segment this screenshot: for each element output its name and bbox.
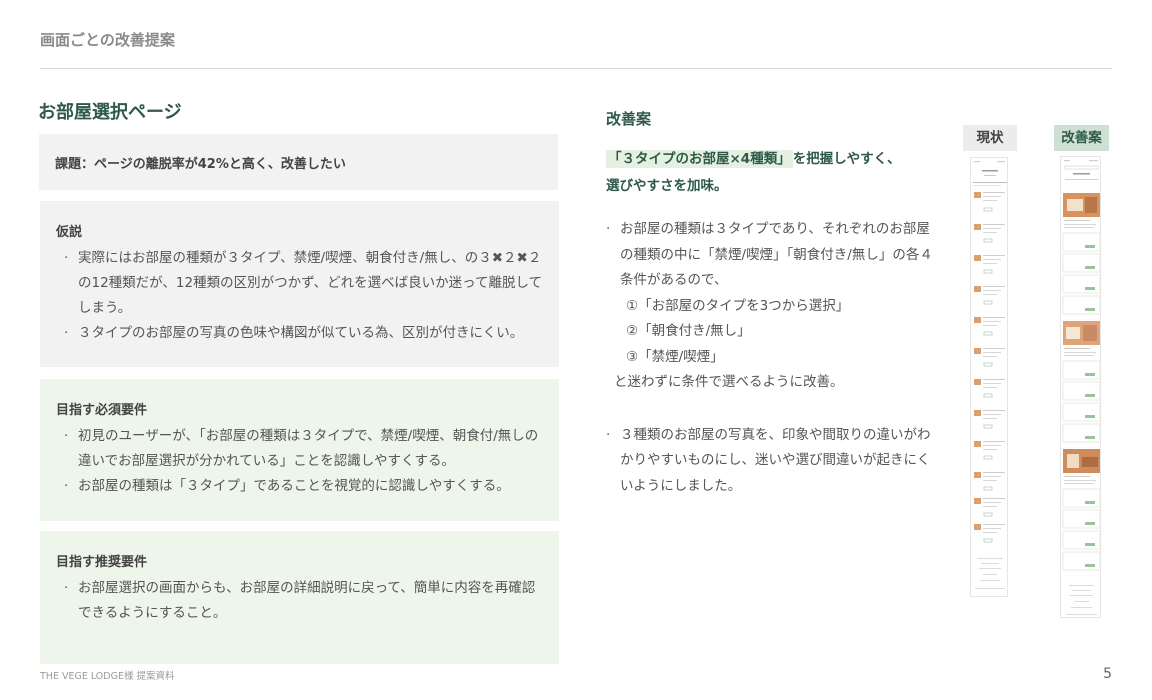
header-divider bbox=[40, 68, 1112, 69]
current-page-thumbnail-image bbox=[971, 158, 1007, 596]
issue-box: 課題：ページの離脱率が42%と高く、改善したい bbox=[39, 134, 558, 190]
list-item: · ３種類のお部屋の写真を、印象や間取りの違いがわかりやすいものにし、迷いや選び… bbox=[606, 423, 936, 500]
proposal-sub-item: ②「朝食付き/無し」 bbox=[626, 323, 751, 339]
list-item: · お部屋の種類は３タイプであり、それぞれのお部屋の種類の中に「禁煙/喫煙」「朝… bbox=[606, 217, 936, 396]
proposal-intro: お部屋の種類は３タイプであり、それぞれのお部屋の種類の中に「禁煙/喫煙」「朝食付… bbox=[620, 221, 933, 288]
page-number: 5 bbox=[1103, 666, 1112, 682]
proposal-list: · お部屋の種類は３タイプであり、それぞれのお部屋の種類の中に「禁煙/喫煙」「朝… bbox=[606, 217, 936, 499]
hypothesis-list: · 実際にはお部屋の種類が３タイプ、禁煙/喫煙、朝食付き/無し、の３✖︎２✖︎２の… bbox=[56, 246, 543, 346]
list-item-text: ３タイプのお部屋の写真の色味や構図が似ている為、区別が付きにくい。 bbox=[78, 325, 524, 341]
recommended-list: · お部屋選択の画面からも、お部屋の詳細説明に戻って、簡単に内容を再確認できるよう… bbox=[56, 576, 543, 626]
footer-caption: THE VEGE LODGE様 提案資料 bbox=[40, 671, 175, 682]
proposal-headline: 「３タイプのお部屋×4種類」 を把握しやすく、 選びやすさを加味。 bbox=[606, 146, 936, 200]
proposal-sub-item: ③「禁煙/喫煙」 bbox=[626, 348, 724, 365]
list-item: · 初見のユーザーが、「お部屋の種類は３タイプで、禁煙/喫煙、朝食付/無しの違いで… bbox=[64, 428, 539, 469]
recommended-box: 目指す推奨要件 · お部屋選択の画面からも、お部屋の詳細説明に戻って、簡単に内容を… bbox=[40, 531, 559, 664]
list-item-text: お部屋の種類は「３タイプ」であることを視覚的に認識しやすくする。 bbox=[78, 478, 510, 494]
hypothesis-box: 仮説 · 実際にはお部屋の種類が３タイプ、禁煙/喫煙、朝食付き/無し、の３✖︎２✖… bbox=[40, 201, 559, 367]
list-item-text: 初見のユーザーが、「お部屋の種類は３タイプで、禁煙/喫煙、朝食付/無しの違いでお… bbox=[78, 428, 539, 469]
proposal-sub-item: ①「お部屋のタイプを3つから選択」 bbox=[626, 297, 850, 314]
proposal-label: 改善案 bbox=[1054, 125, 1109, 151]
required-box: 目指す必須要件 · 初見のユーザーが、「お部屋の種類は３タイプで、禁煙/喫煙、朝食… bbox=[40, 379, 559, 521]
list-item: · 実際にはお部屋の種類が３タイプ、禁煙/喫煙、朝食付き/無し、の３✖︎２✖︎２の… bbox=[64, 250, 543, 316]
proposal-headline-rest: を把握しやすく、 bbox=[792, 151, 901, 167]
required-title: 目指す必須要件 bbox=[56, 403, 148, 418]
current-page-thumbnail bbox=[970, 157, 1008, 597]
section-title: お部屋選択ページ bbox=[38, 102, 182, 123]
hypothesis-title: 仮説 bbox=[56, 225, 83, 240]
list-item: · お部屋選択の画面からも、お部屋の詳細説明に戻って、簡単に内容を再確認できるよう… bbox=[64, 580, 536, 621]
proposal-page-thumbnail bbox=[1060, 156, 1101, 618]
page-title: 画面ごとの改善提案 bbox=[40, 31, 175, 49]
proposal-headline-rest: 選びやすさを加味。 bbox=[606, 178, 728, 194]
proposal-title: 改善案 bbox=[606, 110, 652, 128]
list-item: · お部屋の種類は「３タイプ」であることを視覚的に認識しやすくする。 bbox=[64, 478, 510, 494]
current-label: 現状 bbox=[963, 125, 1017, 151]
proposal-item-text: ３種類のお部屋の写真を、印象や間取りの違いがわかりやすいものにし、迷いや選び間違… bbox=[620, 426, 931, 494]
recommended-title: 目指す推奨要件 bbox=[56, 555, 148, 570]
list-item: · ３タイプのお部屋の写真の色味や構図が似ている為、区別が付きにくい。 bbox=[64, 325, 524, 341]
list-item-text: お部屋選択の画面からも、お部屋の詳細説明に戻って、簡単に内容を再確認できるように… bbox=[78, 580, 536, 621]
proposal-page-thumbnail-image bbox=[1061, 157, 1100, 617]
proposal-headline-highlight: 「３タイプのお部屋×4種類」 bbox=[606, 150, 793, 168]
list-item-text: 実際にはお部屋の種類が３タイプ、禁煙/喫煙、朝食付き/無し、の３✖︎２✖︎２の1… bbox=[78, 250, 543, 316]
required-list: · 初見のユーザーが、「お部屋の種類は３タイプで、禁煙/喫煙、朝食付/無しの違いで… bbox=[56, 424, 543, 499]
issue-text: 課題：ページの離脱率が42%と高く、改善したい bbox=[55, 157, 346, 172]
proposal-end: と迷わずに条件で選べるように改善。 bbox=[614, 374, 844, 390]
